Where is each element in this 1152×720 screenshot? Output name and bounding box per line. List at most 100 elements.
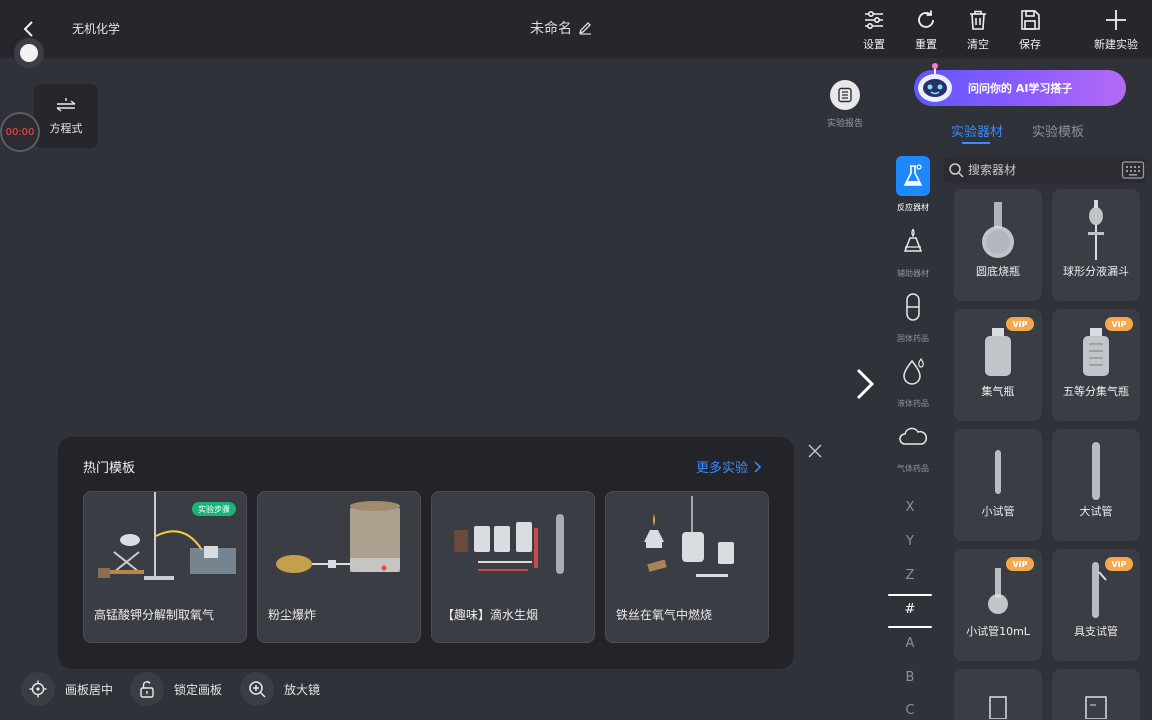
template-name: 高锰酸钾分解制取氧气 [94,608,215,622]
refresh-icon [918,10,934,28]
save-label: 保存 [1019,38,1041,51]
more-experiments-label: 更多实验 [696,461,749,476]
new-experiment-button[interactable]: 新建实验 [1092,8,1140,54]
template-thumbnail [454,514,564,574]
reset-button[interactable]: 重置 [902,8,950,54]
separatory-funnel-icon [1088,200,1104,260]
experiment-report-button[interactable]: 实验报告 [820,80,870,129]
timer[interactable]: 00:00 [0,112,40,152]
sliders-icon [865,10,883,30]
hot-templates-title: 热门模板 [83,461,136,476]
round-flask-icon [982,202,1014,258]
equipment-pic [1052,435,1140,505]
center-canvas-button[interactable]: 画板居中 [21,672,113,706]
trash-icon [970,10,986,30]
chevron-right-icon[interactable] [850,364,880,404]
category-auxiliary-box [896,222,930,262]
equipment-beaker[interactable] [954,669,1042,720]
pencil-icon[interactable] [578,21,592,35]
tab-templates[interactable]: 实验模板 [1032,121,1084,140]
category-gas-box [896,417,930,457]
burner-icon [903,228,923,252]
category-solid[interactable]: 固体药品 [890,287,936,344]
new-experiment-label: 新建实验 [1094,38,1138,51]
category-gas[interactable]: 气体药品 [890,417,936,474]
template-card-oxygen[interactable]: 实验步骤 高锰酸钾分解制取氧气 [83,491,247,643]
tab-underline [962,142,990,144]
template-thumbnail [644,496,734,577]
record-dot-icon [20,44,38,62]
index-letter-a[interactable]: A [898,636,922,651]
category-liquid-box [896,352,930,392]
document-title[interactable]: 未命名 [530,18,592,38]
droplet-icon [903,357,924,385]
clear-button[interactable]: 清空 [954,8,1002,54]
center-canvas-label: 画板居中 [65,682,114,697]
target-icon [29,680,47,698]
equipment-measuring-cup[interactable] [1052,669,1140,720]
category-liquid[interactable]: 液体药品 [890,352,936,409]
settings-button[interactable]: 设置 [850,8,898,54]
template-name: 【趣味】滴水生烟 [442,608,539,622]
more-experiments-link[interactable]: 更多实验 [696,457,762,476]
category-reaction-label: 反应器材 [897,203,929,212]
magnifier-button[interactable]: 放大镜 [240,672,320,706]
search-box[interactable] [944,157,1146,183]
vip-badge: VIP [1006,317,1034,331]
clear-label: 清空 [967,38,989,51]
flask-icon [903,164,923,186]
lock-icon-wrap [130,672,164,706]
small-tube-icon [995,450,1001,494]
cloud-icon [899,427,928,445]
template-card-dust-explosion[interactable]: 粉尘爆炸 [257,491,421,643]
step-badge: 实验步骤 [192,502,236,516]
tab-equipment[interactable]: 实验器材 [951,121,1003,140]
equipment-name: 球形分液漏斗 [1063,265,1129,278]
template-card-iron-wire[interactable]: 铁丝在氧气中燃烧 [605,491,769,643]
equation-button[interactable]: 方程式 [34,84,98,148]
close-icon[interactable] [806,442,824,460]
magnifier-icon-wrap [240,672,274,706]
search-input[interactable] [968,163,1118,177]
keyboard-icon[interactable] [1121,159,1145,181]
equipment-large-tube[interactable]: 大试管 [1052,429,1140,541]
capsule-icon [906,293,920,321]
document-title-text: 未命名 [530,21,572,37]
index-letter-hash[interactable]: # [898,602,922,617]
category-reaction-box [896,156,930,196]
equipment-round-flask[interactable]: 圆底烧瓶 [954,189,1042,301]
index-letter-c[interactable]: C [898,703,922,718]
lock-canvas-label: 锁定画板 [174,682,223,697]
category-solid-box [896,287,930,327]
equipment-separatory-funnel[interactable]: 球形分液漏斗 [1052,189,1140,301]
category-solid-label: 固体药品 [897,334,929,343]
equipment-small-tube[interactable]: 小试管 [954,429,1042,541]
magnifier-label: 放大镜 [284,682,321,697]
reset-label: 重置 [915,38,937,51]
plus-icon [1106,10,1126,30]
report-label: 实验报告 [826,119,863,129]
equipment-name: 小试管10mL [966,625,1030,638]
index-letter-b[interactable]: B [898,670,922,685]
template-card-water-smoke[interactable]: 【趣味】滴水生烟 [431,491,595,643]
index-letter-z[interactable]: Z [898,568,922,583]
category-auxiliary[interactable]: 辅助器材 [890,222,936,279]
index-divider-top [888,594,932,596]
measuring-cup-icon [1085,696,1107,719]
chevron-right-small-icon [754,460,762,473]
floating-record-button[interactable] [14,38,44,68]
branch-tube-icon [1092,562,1107,618]
equipment-name: 具支试管 [1074,625,1118,638]
vip-badge: VIP [1105,557,1133,571]
magnifier-icon [249,681,266,698]
beaker-icon [989,696,1007,719]
back-arrow-icon[interactable] [18,18,40,40]
template-name: 粉尘爆炸 [268,608,317,622]
index-letter-x[interactable]: X [898,500,922,515]
lock-canvas-button[interactable]: 锁定画板 [130,672,222,706]
equation-label: 方程式 [49,121,83,135]
category-reaction[interactable]: 反应器材 [890,156,936,213]
save-button[interactable]: 保存 [1006,8,1054,54]
index-letter-y[interactable]: Y [898,534,922,549]
report-icon-wrap [830,80,860,110]
